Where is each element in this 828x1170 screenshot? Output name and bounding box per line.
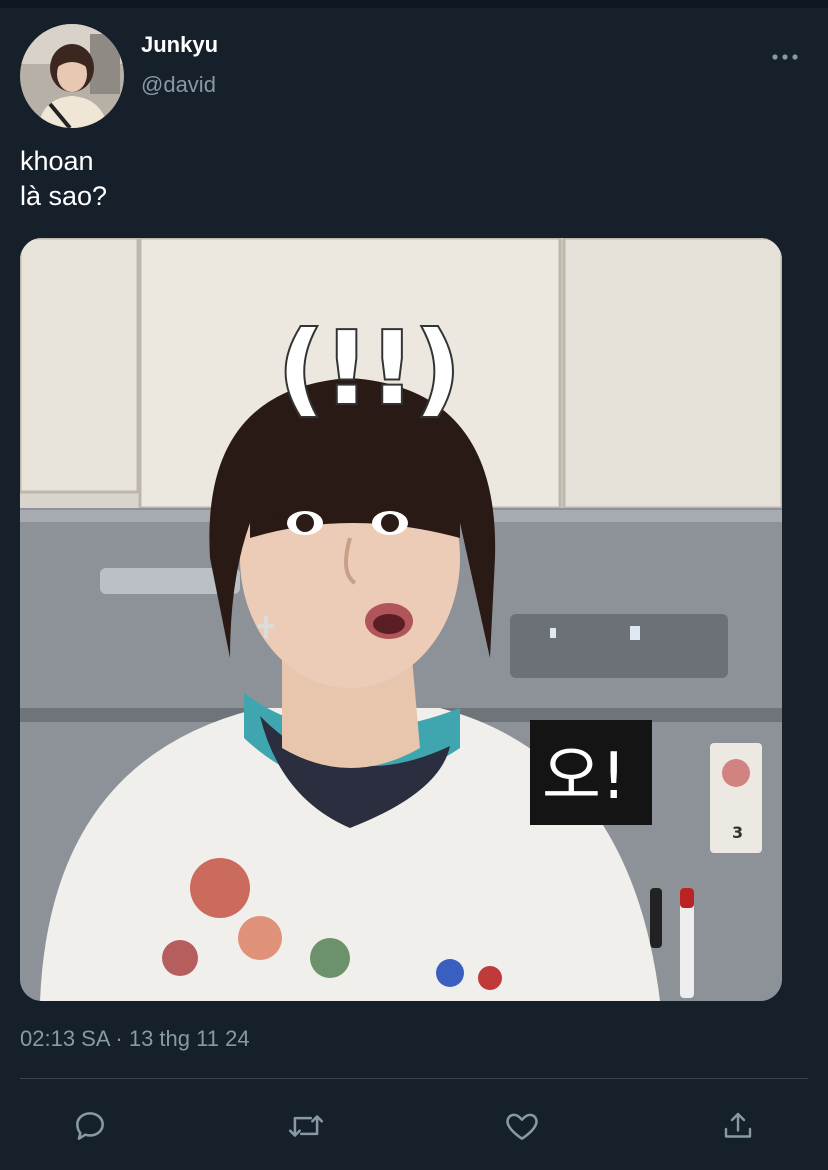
more-dots-icon — [772, 54, 798, 60]
display-name[interactable]: Junkyu — [141, 32, 218, 58]
actions-divider — [20, 1078, 808, 1079]
meme-photo: 3 (!!) 오! — [20, 238, 782, 1001]
share-icon — [724, 1112, 752, 1138]
tweet-text: khoan là sao? — [20, 144, 107, 214]
avatar[interactable] — [20, 24, 124, 128]
reply-icon — [76, 1112, 104, 1140]
tweet-detail-page: Junkyu @david khoan là sao? 3 (!!) 오! 02… — [0, 0, 828, 1170]
like-icon — [506, 1113, 538, 1140]
retweet-button[interactable] — [284, 1104, 328, 1148]
tweet-text-line-2: là sao? — [20, 181, 108, 211]
like-button[interactable] — [500, 1104, 544, 1148]
reply-button[interactable] — [68, 1104, 112, 1148]
tweet-text-line-1: khoan — [20, 146, 94, 176]
fridge-sticker-number: 3 — [732, 823, 743, 842]
tweet-media-image[interactable]: 3 (!!) 오! — [20, 238, 782, 1001]
top-edge — [0, 0, 828, 8]
tweet-timestamp[interactable]: 02:13 SA · 13 thg 11 24 — [20, 1026, 250, 1052]
avatar-image — [20, 24, 124, 128]
more-options-button[interactable] — [768, 40, 802, 74]
caption-text: 오! — [542, 740, 627, 814]
user-handle[interactable]: @david — [141, 72, 216, 98]
share-button[interactable] — [716, 1104, 760, 1148]
retweet-icon — [288, 1115, 324, 1137]
sticker-exclamation-text: (!!) — [278, 310, 461, 427]
